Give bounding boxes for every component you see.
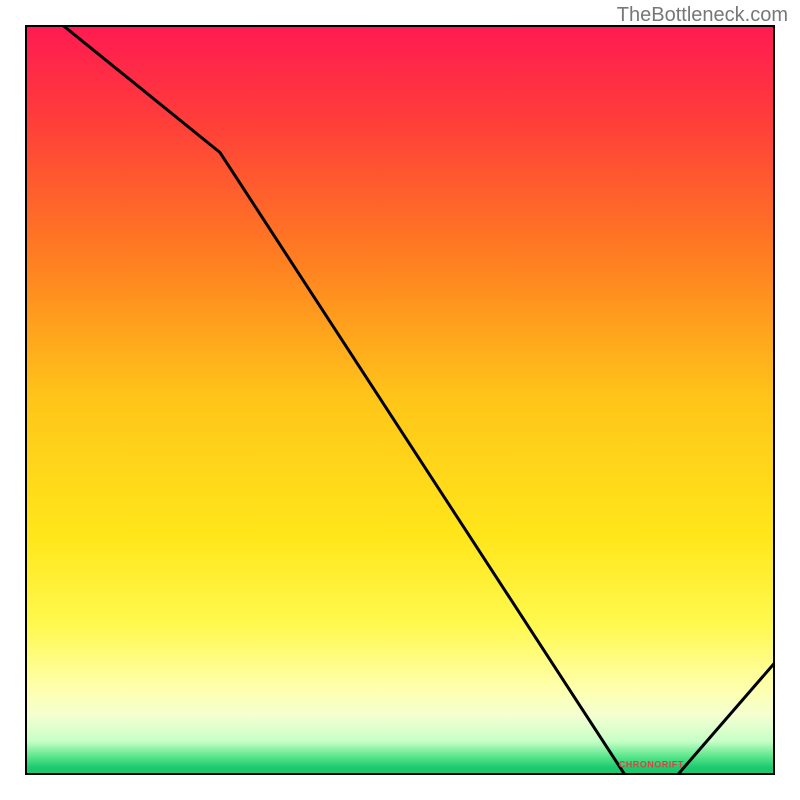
chart-container: CHRONORIFT <box>25 25 775 775</box>
label-on-curve: CHRONORIFT <box>619 760 684 770</box>
bottleneck-chart: CHRONORIFT <box>25 25 775 775</box>
gradient-background <box>25 25 775 775</box>
watermark-text: TheBottleneck.com <box>617 4 788 27</box>
